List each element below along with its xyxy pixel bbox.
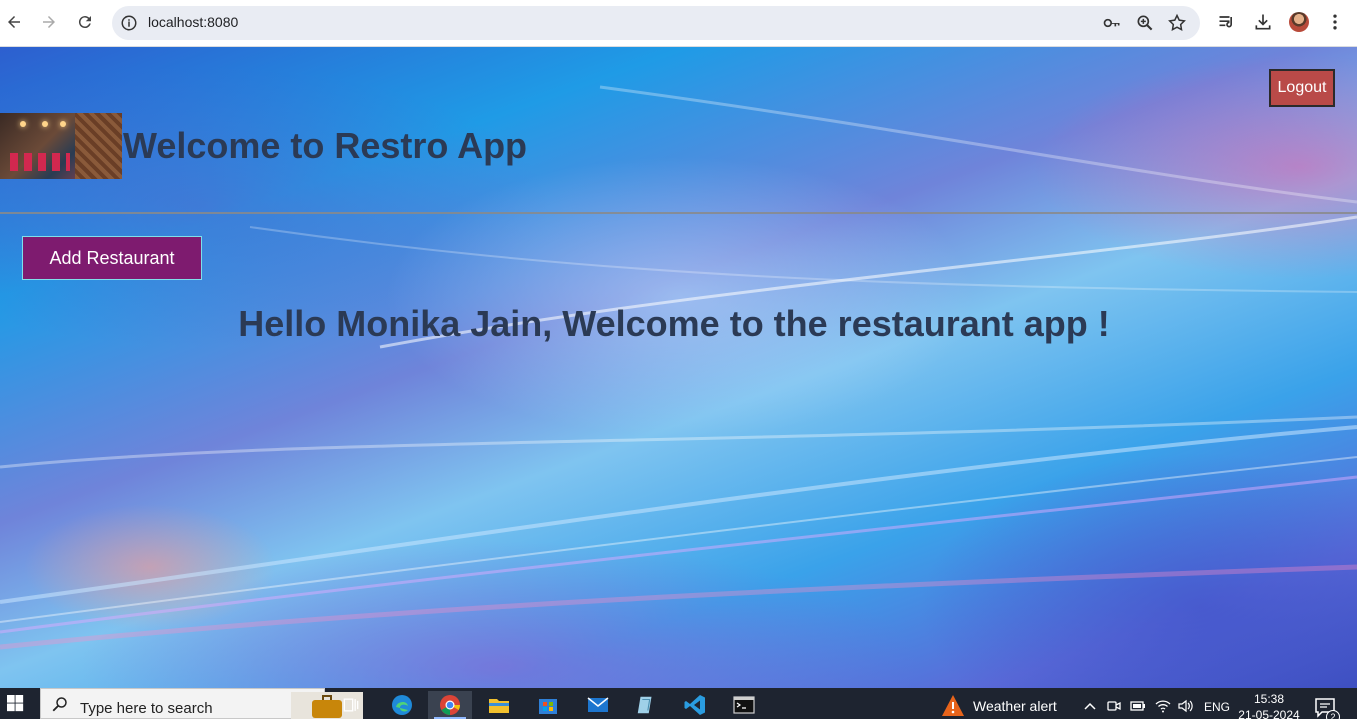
notes-app-icon <box>637 696 652 714</box>
profile-avatar[interactable] <box>1289 12 1309 32</box>
weather-label: Weather alert <box>973 698 1057 714</box>
page-background: Logout Welcome to Restro App Add Restaur… <box>0 47 1357 688</box>
taskbar-notes-app[interactable] <box>624 691 668 719</box>
browser-toolbar: localhost:8080 <box>0 0 1357 47</box>
reading-list-icon[interactable] <box>1217 12 1237 32</box>
reload-button[interactable] <box>71 8 99 36</box>
notification-center-button[interactable]: 2 <box>1314 696 1340 719</box>
clock-date: 21-05-2024 <box>1238 708 1300 719</box>
notification-count-badge: 2 <box>1326 710 1340 719</box>
reload-icon <box>78 16 91 29</box>
task-view-button[interactable] <box>329 691 373 719</box>
start-button[interactable] <box>0 688 30 719</box>
app-title: Welcome to Restro App <box>123 125 528 166</box>
taskbar-terminal[interactable] <box>722 691 766 719</box>
site-info-icon[interactable] <box>120 14 138 32</box>
add-restaurant-button[interactable]: Add Restaurant <box>22 236 202 280</box>
clock[interactable]: 15:38 21-05-2024 <box>1237 691 1301 719</box>
taskbar-file-explorer[interactable] <box>477 691 521 719</box>
taskbar-vscode[interactable] <box>673 691 717 719</box>
edge-icon <box>392 695 412 715</box>
taskbar-search[interactable]: Type here to search <box>40 688 363 719</box>
wifi-icon[interactable] <box>1155 698 1171 714</box>
volume-icon[interactable] <box>1177 698 1193 714</box>
address-bar[interactable]: localhost:8080 <box>112 6 1200 40</box>
download-icon[interactable] <box>1253 12 1273 32</box>
welcome-message: Hello Monika Jain, Welcome to the restau… <box>238 303 1110 344</box>
taskbar-store[interactable] <box>526 691 570 719</box>
forward-button[interactable] <box>35 8 63 36</box>
clock-time: 15:38 <box>1253 692 1285 706</box>
meet-now-icon[interactable] <box>1106 698 1122 714</box>
mail-icon <box>587 697 609 712</box>
key-icon[interactable] <box>1102 13 1122 33</box>
weather-widget[interactable]: Weather alert <box>941 694 1057 718</box>
arrow-left-icon <box>8 16 20 28</box>
task-view-icon <box>343 698 359 712</box>
back-button[interactable] <box>0 8 28 36</box>
search-icon <box>52 697 67 712</box>
taskbar: Type here to search Weather alert ENG 15… <box>0 688 1357 719</box>
restaurant-logo-image <box>0 113 122 179</box>
search-placeholder: Type here to search <box>80 700 213 717</box>
show-hidden-icons-chevron-up-icon[interactable] <box>1082 698 1098 714</box>
more-menu-icon[interactable] <box>1325 12 1345 32</box>
taskbar-mail[interactable] <box>576 691 620 719</box>
terminal-icon <box>733 696 755 714</box>
header-divider <box>0 212 1357 214</box>
logout-button[interactable]: Logout <box>1269 69 1335 107</box>
chrome-icon <box>440 695 461 715</box>
battery-icon[interactable] <box>1130 698 1146 714</box>
weather-alert-icon <box>942 695 964 716</box>
vscode-icon <box>684 695 705 715</box>
folder-icon <box>489 699 509 713</box>
taskbar-edge[interactable] <box>380 691 424 719</box>
url-text[interactable]: localhost:8080 <box>148 14 238 30</box>
windows-logo-icon <box>6 695 23 712</box>
taskbar-chrome[interactable] <box>428 691 472 719</box>
zoom-icon[interactable] <box>1135 13 1155 33</box>
app-header: Welcome to Restro App <box>0 113 527 179</box>
arrow-right-icon <box>43 16 55 28</box>
bookmark-star-icon[interactable] <box>1167 13 1187 33</box>
store-icon <box>539 699 557 714</box>
input-language[interactable]: ENG <box>1204 700 1230 714</box>
